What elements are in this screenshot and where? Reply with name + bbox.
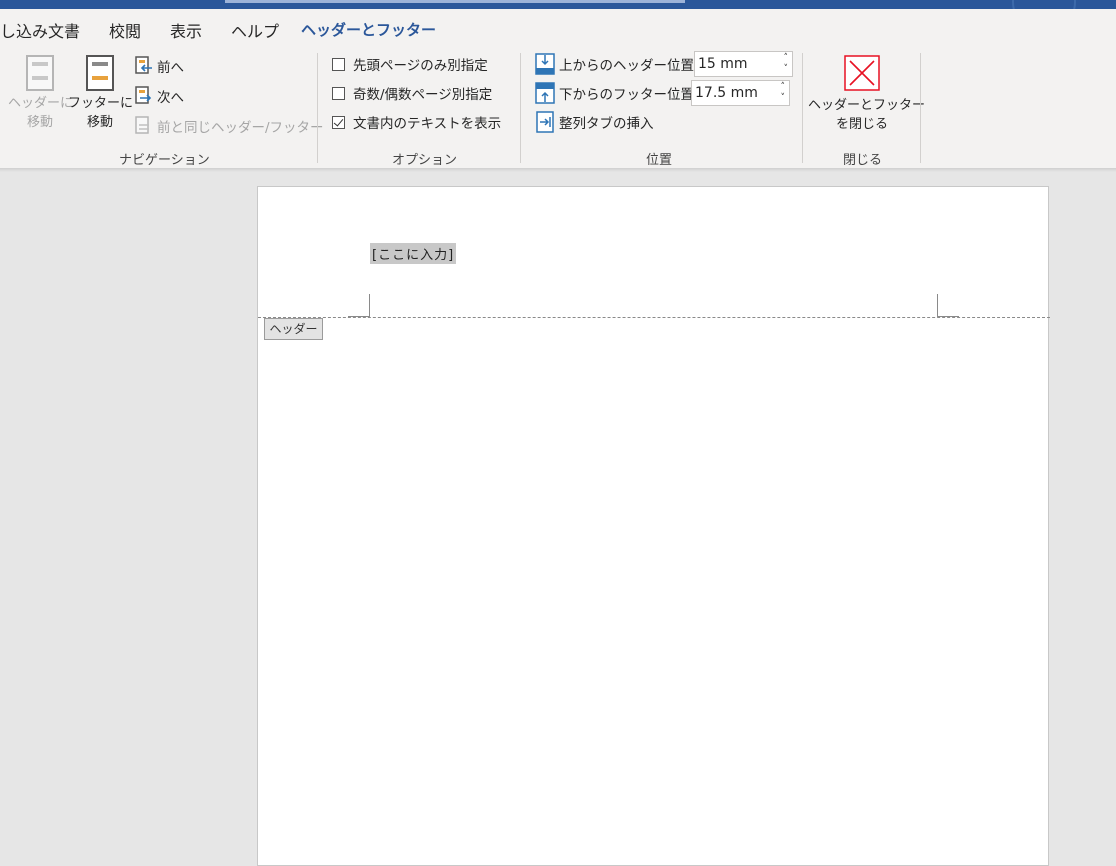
close-group-label: 閉じる xyxy=(843,153,883,168)
link-to-previous-label: 前と同じヘッダー/フッター xyxy=(157,120,324,136)
tab-header-footer[interactable]: ヘッダーとフッター xyxy=(301,19,436,40)
insert-alignment-tab-label: 整列タブの挿入 xyxy=(559,116,654,132)
different-odd-even-label: 奇数/偶数ページ別指定 xyxy=(353,87,493,103)
group-separator xyxy=(520,53,521,163)
different-first-page-checkbox[interactable]: 先頭ページのみ別指定 xyxy=(332,53,488,75)
close-icon xyxy=(844,55,880,91)
close-label-2: を閉じる xyxy=(835,117,888,132)
goto-footer-icon xyxy=(86,55,114,91)
next-section-icon xyxy=(135,86,152,104)
group-separator xyxy=(920,53,921,163)
title-search-box[interactable] xyxy=(225,0,685,3)
spinner-arrows-icon[interactable]: ˄ ˅ xyxy=(784,53,789,75)
show-document-text-box[interactable] xyxy=(332,115,345,129)
show-document-text-label: 文書内のテキストを表示 xyxy=(353,116,502,132)
footer-from-bottom-spinner[interactable]: 17.5 mm ˄ ˅ xyxy=(691,80,790,106)
tab-view[interactable]: 表示 xyxy=(170,18,202,42)
alignment-tab-icon xyxy=(536,111,554,133)
different-odd-even-box[interactable] xyxy=(332,86,345,100)
header-placeholder-text[interactable]: [ここに入力] xyxy=(370,243,457,264)
different-odd-even-checkbox[interactable]: 奇数/偶数ページ別指定 xyxy=(332,82,492,104)
goto-footer-label-2: 移動 xyxy=(86,115,113,130)
goto-header-icon xyxy=(26,55,54,91)
goto-header-label-2: 移動 xyxy=(26,115,53,130)
header-from-top-label: 上からのヘッダー位置: xyxy=(559,58,699,74)
spinner-arrows-icon[interactable]: ˄ ˅ xyxy=(781,82,786,104)
link-to-previous-icon xyxy=(135,116,149,134)
header-position-icon xyxy=(535,53,555,75)
goto-footer-label-1: フッターに xyxy=(68,96,134,111)
ribbon: ヘッダーに 移動 フッターに 移動 前へ 次へ 前と同じヘッダー/フッター ナビ… xyxy=(0,48,1116,168)
ribbon-shadow xyxy=(0,168,1116,172)
header-boundary-line xyxy=(258,317,1050,318)
close-label-1: ヘッダーとフッター xyxy=(808,98,926,113)
margin-corner-mark xyxy=(937,294,938,317)
next-label: 次へ xyxy=(157,90,184,106)
footer-from-bottom-value[interactable]: 17.5 mm xyxy=(695,85,758,101)
document-page[interactable]: [ここに入力] ヘッダー xyxy=(257,186,1050,866)
insert-alignment-tab-button[interactable]: 整列タブの挿入 xyxy=(535,109,654,135)
tab-mailings[interactable]: 差し込み文書 xyxy=(0,18,80,42)
header-from-top-spinner[interactable]: 15 mm ˄ ˅ xyxy=(694,51,793,77)
margin-corner-mark xyxy=(369,294,370,317)
header-from-top-value[interactable]: 15 mm xyxy=(698,56,748,72)
next-button[interactable]: 次へ xyxy=(135,85,184,107)
different-first-page-label: 先頭ページのみ別指定 xyxy=(353,58,488,74)
ribbon-tab-bar: 差し込み文書 校閲 表示 ヘルプ ヘッダーとフッター xyxy=(0,9,1116,52)
title-bar xyxy=(0,0,1116,9)
footer-position-icon xyxy=(535,82,555,104)
goto-footer-button[interactable]: フッターに 移動 xyxy=(68,54,134,132)
footer-from-bottom-row: 下からのフッター位置: xyxy=(535,80,699,106)
header-tag: ヘッダー xyxy=(264,318,323,340)
goto-header-button[interactable]: ヘッダーに 移動 xyxy=(8,54,74,132)
previous-section-icon xyxy=(135,56,152,74)
goto-header-label-1: ヘッダーに xyxy=(8,96,74,111)
previous-label: 前へ xyxy=(157,60,184,76)
link-to-previous-button[interactable]: 前と同じヘッダー/フッター xyxy=(135,115,324,137)
navigation-group-label: ナビゲーション xyxy=(119,153,210,168)
show-document-text-checkbox[interactable]: 文書内のテキストを表示 xyxy=(332,111,501,133)
options-group-label: オプション xyxy=(392,153,458,168)
close-header-footer-button[interactable]: ヘッダーとフッター を閉じる xyxy=(808,55,926,134)
footer-from-bottom-label: 下からのフッター位置: xyxy=(559,87,699,103)
different-first-page-box[interactable] xyxy=(332,57,345,71)
tab-review[interactable]: 校閲 xyxy=(109,18,141,42)
header-from-top-row: 上からのヘッダー位置: xyxy=(535,51,699,77)
position-group-label: 位置 xyxy=(646,153,673,168)
tab-help[interactable]: ヘルプ xyxy=(231,18,279,42)
title-decoration xyxy=(1012,0,1076,9)
previous-button[interactable]: 前へ xyxy=(135,55,184,77)
group-separator xyxy=(802,53,803,163)
group-separator xyxy=(317,53,318,163)
